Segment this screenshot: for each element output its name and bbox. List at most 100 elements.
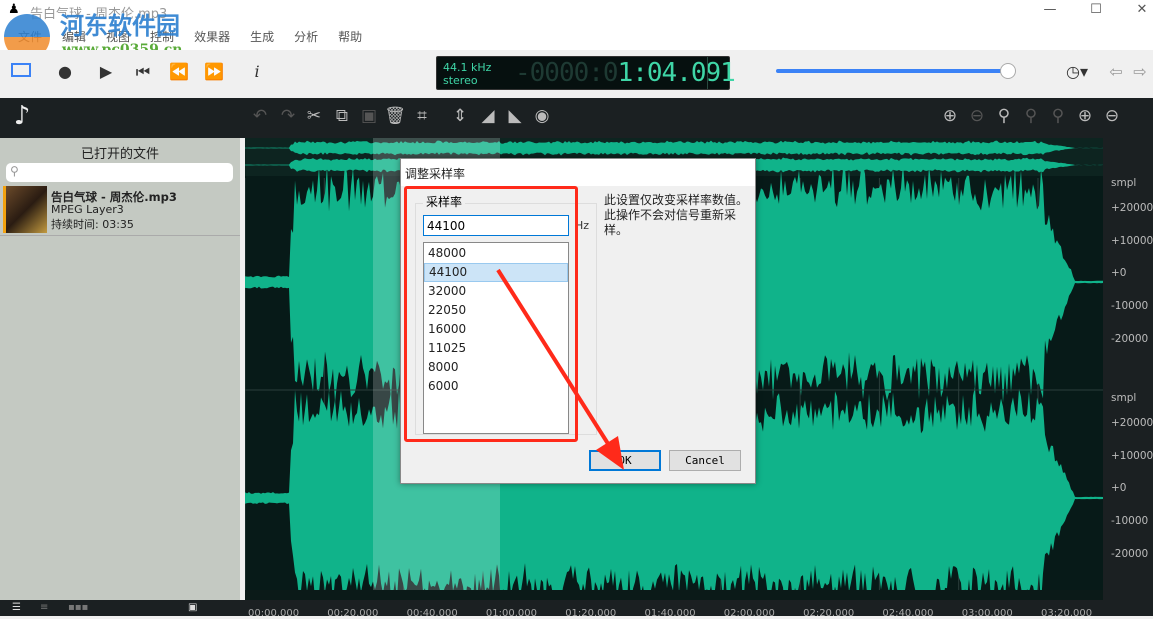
scale-label: +20000 bbox=[1111, 202, 1153, 214]
app-icon: ♟ bbox=[8, 2, 20, 17]
menu-item[interactable]: 控制 bbox=[140, 28, 184, 45]
album-cover bbox=[3, 186, 47, 233]
sample-rate-option[interactable]: 48000 bbox=[424, 244, 568, 263]
time-label: 02:00.000 bbox=[723, 608, 775, 619]
sample-rate-option[interactable]: 11025 bbox=[424, 339, 568, 358]
menu-item[interactable]: 视图 bbox=[96, 28, 140, 45]
zoom-fit-icon[interactable]: ⚲ bbox=[992, 106, 1016, 126]
scale-label: -10000 bbox=[1111, 300, 1149, 313]
info-icon[interactable]: i bbox=[245, 62, 269, 81]
sample-rate-option[interactable]: 22050 bbox=[424, 301, 568, 320]
fade-in-icon[interactable]: ◢ bbox=[476, 106, 500, 126]
volume-slider-knob[interactable] bbox=[1000, 63, 1016, 79]
record-icon[interactable]: ● bbox=[53, 62, 77, 81]
menu-item[interactable]: 文件 bbox=[8, 28, 52, 45]
time-axis: 00:00.000 00:20.000 00:40.000 01:00.000 01:2… bbox=[245, 600, 1103, 619]
group-label: 采样率 bbox=[423, 193, 466, 210]
ruler bbox=[245, 590, 1103, 600]
volume-slider[interactable] bbox=[776, 69, 1008, 73]
compact-view-icon[interactable]: ≡ bbox=[40, 602, 48, 613]
paste-icon[interactable]: ▣ bbox=[357, 106, 381, 126]
back-arrow-icon[interactable]: ⇦ bbox=[1104, 62, 1128, 81]
file-format: MPEG Layer3 bbox=[51, 203, 124, 216]
panel-toggle-icon[interactable]: ▣ bbox=[188, 602, 197, 613]
time-leading: -0000:0 bbox=[515, 58, 619, 88]
scale-label: -20000 bbox=[1111, 547, 1149, 560]
file-list-item[interactable]: 告白气球 - 周杰伦.mp3 MPEG Layer3 持续时间: 03:35 bbox=[0, 186, 240, 236]
forward-arrow-icon[interactable]: ⇨ bbox=[1128, 62, 1152, 81]
scale-label: -20000 bbox=[1111, 332, 1149, 345]
cut-icon[interactable]: ✂ bbox=[302, 106, 326, 126]
search-icon: ⚲ bbox=[10, 164, 19, 178]
fast-forward-icon[interactable]: ⏩ bbox=[202, 62, 226, 81]
file-search-input[interactable]: ⚲ bbox=[6, 163, 233, 182]
time-label: 02:40.000 bbox=[882, 608, 934, 619]
delete-icon[interactable]: 🗑 bbox=[383, 106, 407, 126]
undo-icon[interactable]: ↶ bbox=[248, 106, 272, 126]
menu-item[interactable]: 分析 bbox=[284, 28, 328, 45]
sample-rate-option[interactable]: 44100 bbox=[424, 263, 568, 282]
channels-readout: stereo bbox=[443, 74, 478, 87]
sample-rate-readout: 44.1 kHz bbox=[443, 61, 492, 74]
panel-title: 已打开的文件 bbox=[80, 147, 159, 162]
zoom-full-icon[interactable]: ⚲ bbox=[1046, 106, 1070, 126]
sample-rate-input[interactable] bbox=[423, 215, 569, 236]
open-files-panel: 已打开的文件 ⚲ 告白气球 - 周杰伦.mp3 MPEG Layer3 持续时间… bbox=[0, 138, 240, 600]
redo-icon[interactable]: ↷ bbox=[276, 106, 300, 126]
ok-button[interactable]: OK bbox=[589, 450, 661, 471]
unit-label: Hz bbox=[575, 219, 590, 232]
time-label: 03:20.000 bbox=[1041, 608, 1093, 619]
gain-knob-icon[interactable]: ◉ bbox=[530, 106, 554, 126]
zoom-in-icon[interactable]: ⊕ bbox=[938, 106, 962, 126]
scale-label: +10000 bbox=[1111, 449, 1153, 462]
sample-rate-option[interactable]: 16000 bbox=[424, 320, 568, 339]
time-label: 01:20.000 bbox=[565, 608, 617, 619]
amplitude-scale: smpl +20000 +10000 +0 -10000 -20000 smpl +20000… bbox=[1103, 138, 1153, 600]
close-button[interactable]: ✕ bbox=[1132, 2, 1152, 17]
normalize-icon[interactable]: ⇕ bbox=[448, 106, 472, 126]
scale-label: +0 bbox=[1111, 267, 1127, 280]
cancel-button[interactable]: Cancel bbox=[669, 450, 741, 471]
time-label: 00:40.000 bbox=[406, 608, 458, 619]
time-display: 44.1 kHz stereo -0000:01:04.091 bbox=[436, 56, 736, 90]
history-icon[interactable]: ◷▾ bbox=[1060, 62, 1094, 81]
sample-rate-option[interactable]: 8000 bbox=[424, 358, 568, 377]
window-title: 告白气球 - 周杰伦.mp3 bbox=[30, 7, 168, 22]
scale-label: -10000 bbox=[1111, 515, 1149, 528]
view-toggle-icon[interactable] bbox=[11, 63, 31, 77]
time-label: 00:00.000 bbox=[248, 608, 300, 619]
time-label: 00:20.000 bbox=[327, 608, 379, 619]
resample-dialog: 调整采样率 采样率 Hz 480004410032000220501600011… bbox=[400, 158, 756, 484]
music-note-icon: ♪ bbox=[13, 101, 31, 131]
rewind-icon[interactable]: ⏪ bbox=[167, 62, 191, 81]
sample-rate-option[interactable]: 32000 bbox=[424, 282, 568, 301]
time-label: 02:20.000 bbox=[803, 608, 855, 619]
time-label: 03:00.000 bbox=[961, 608, 1013, 619]
list-view-icon[interactable]: ☰ bbox=[12, 602, 21, 613]
time-readout: 1:04.091 bbox=[617, 58, 736, 88]
fade-out-icon[interactable]: ◣ bbox=[503, 106, 527, 126]
vertical-zoom-in-icon[interactable]: ⊕ bbox=[1073, 106, 1097, 126]
dialog-title: 调整采样率 bbox=[401, 159, 755, 186]
vertical-zoom-out-icon[interactable]: ⊖ bbox=[1100, 106, 1124, 126]
maximize-button[interactable]: ☐ bbox=[1086, 2, 1106, 17]
grid-view-icon[interactable]: ▪▪▪ bbox=[68, 602, 88, 613]
play-icon[interactable]: ▶ bbox=[94, 62, 118, 81]
title-bar: ♟ 告白气球 - 周杰伦.mp3 — ☐ ✕ bbox=[0, 0, 1153, 22]
zoom-out-icon[interactable]: ⊖ bbox=[965, 106, 989, 126]
scale-label: +20000 bbox=[1111, 417, 1153, 429]
menu-item[interactable]: 效果器 bbox=[184, 28, 240, 45]
file-duration: 持续时间: 03:35 bbox=[51, 218, 134, 231]
zoom-selection-icon[interactable]: ⚲ bbox=[1019, 106, 1043, 126]
menu-bar: 文件 编辑 视图 控制 效果器 生成 分析 帮助 bbox=[0, 22, 1153, 50]
sample-rate-list[interactable]: 48000 44100 32000 22050 16000 11025 8000 6000 bbox=[423, 242, 569, 434]
skip-start-icon[interactable]: ⏮ bbox=[131, 62, 155, 82]
menu-item[interactable]: 生成 bbox=[240, 28, 284, 45]
copy-icon[interactable]: ⧉ bbox=[330, 106, 354, 126]
crop-icon[interactable]: ⌗ bbox=[410, 106, 434, 126]
sample-rate-option[interactable]: 6000 bbox=[424, 377, 568, 396]
menu-item[interactable]: 编辑 bbox=[52, 28, 96, 45]
minimize-button[interactable]: — bbox=[1040, 2, 1060, 17]
scale-label: +0 bbox=[1111, 482, 1127, 495]
menu-item[interactable]: 帮助 bbox=[328, 28, 372, 45]
